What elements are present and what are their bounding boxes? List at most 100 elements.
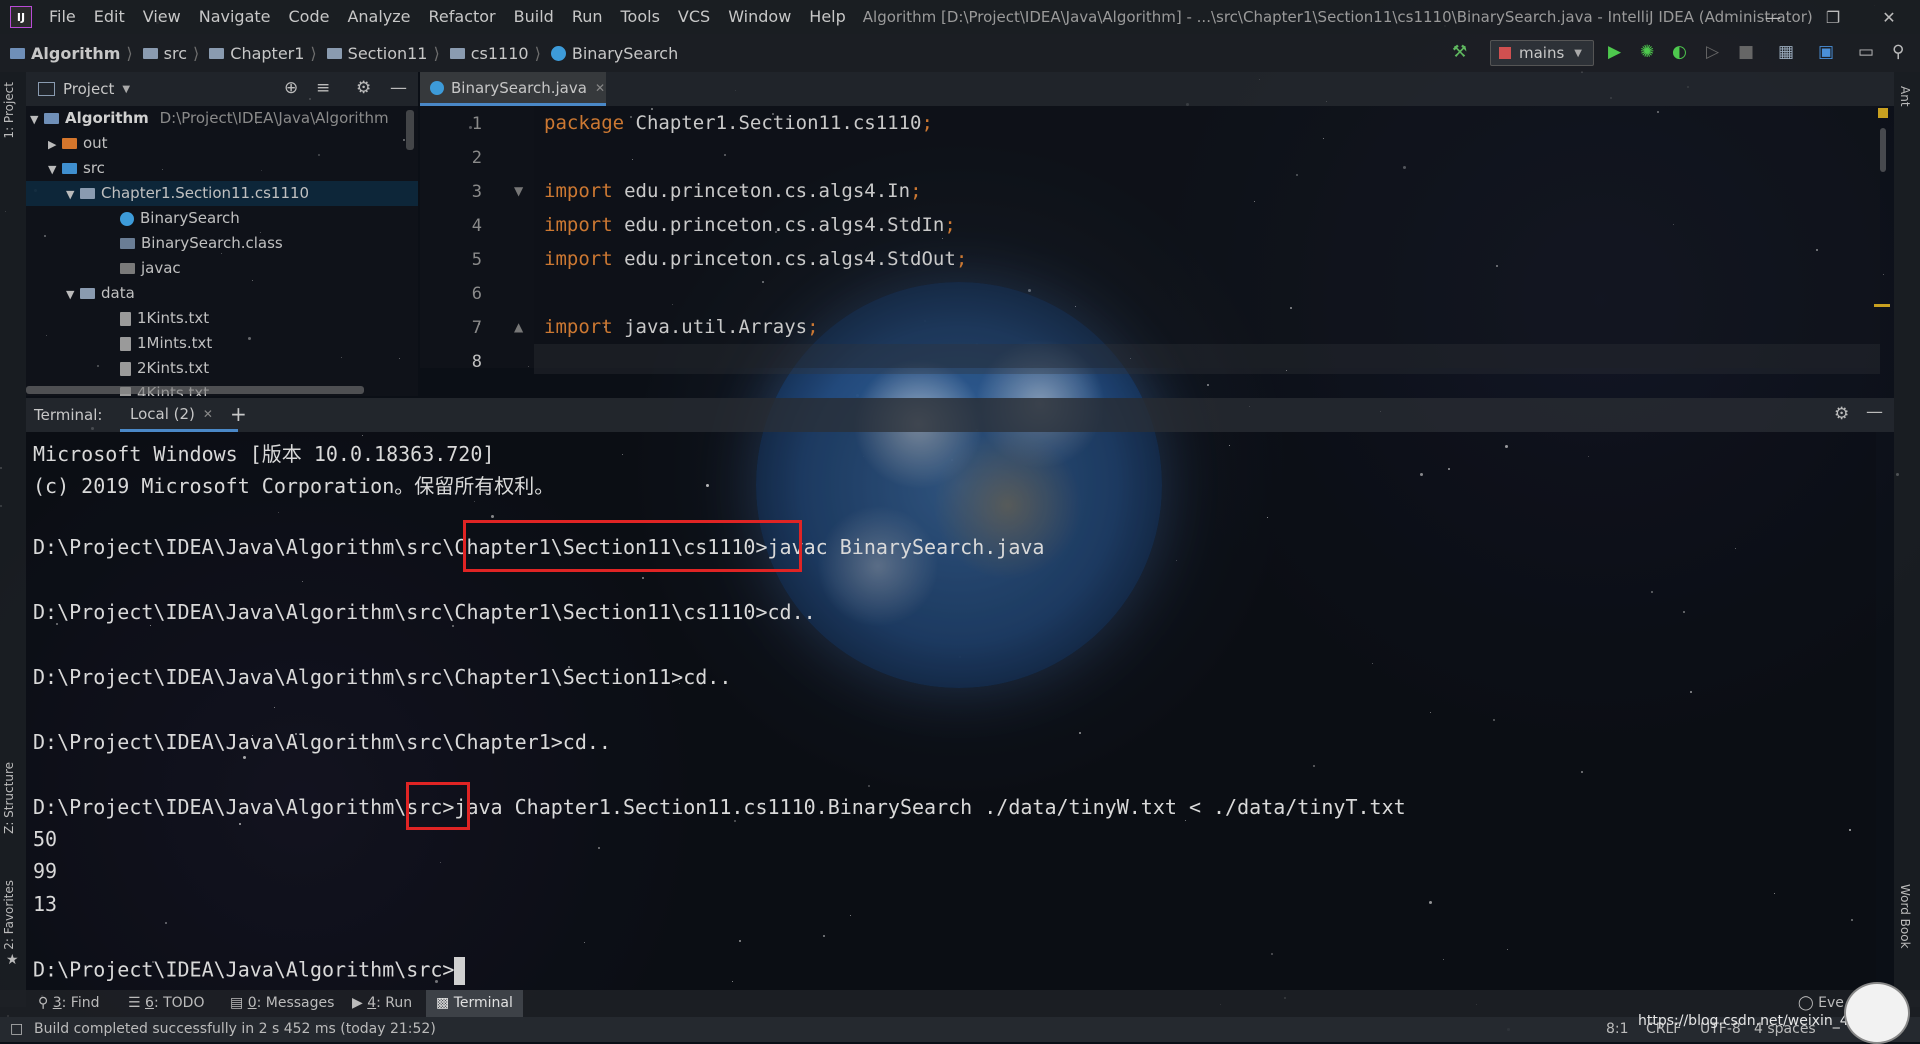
warning-stripe[interactable]: [1874, 304, 1890, 307]
breadcrumb-item-chapter1[interactable]: Chapter1: [230, 44, 304, 63]
line-number: 5: [471, 250, 482, 270]
hide-panel-icon[interactable]: —: [1866, 402, 1883, 422]
tree-item-label: BinarySearch.class: [141, 234, 283, 252]
menu-analyze[interactable]: Analyze: [338, 0, 419, 34]
project-panel-title[interactable]: Project: [63, 80, 114, 98]
tool-window-terminal[interactable]: ▩ Terminal: [426, 990, 523, 1017]
expand-arrow-icon[interactable]: ▼: [66, 282, 80, 307]
tree-item-out[interactable]: ▶ out: [48, 131, 108, 156]
folder-icon: [209, 47, 225, 59]
menu-file[interactable]: File: [40, 0, 85, 34]
inspection-warning-icon[interactable]: [1878, 108, 1888, 118]
folder-icon: [62, 138, 77, 149]
tree-item-algorithm[interactable]: ▼ Algorithm D:\Project\IDEA\Java\Algorith…: [30, 106, 389, 131]
expand-arrow-icon[interactable]: ▼: [30, 107, 44, 132]
fold-icon[interactable]: ▲: [514, 320, 523, 334]
locate-icon[interactable]: ⊕: [284, 78, 298, 98]
terminal-tab-local[interactable]: Local (2) ✕: [120, 398, 238, 432]
tree-item-1kints[interactable]: 1Kints.txt: [120, 306, 209, 331]
text-file-icon: [120, 336, 131, 351]
new-terminal-plus-icon[interactable]: +: [230, 402, 247, 426]
tool-window-find[interactable]: ⚲ 3: Find: [38, 990, 100, 1017]
stop-icon[interactable]: ■: [1738, 42, 1754, 62]
module-icon: [44, 113, 59, 124]
tree-item-javac[interactable]: javac: [120, 256, 181, 281]
run-config-label: mains: [1519, 44, 1565, 62]
breadcrumb: Algorithm ⟩ src ⟩ Chapter1 ⟩ Section11 ⟩ cs1…: [0, 44, 678, 63]
status-bar: □ Build completed successfully in 2 s 45…: [0, 1013, 1920, 1042]
chevron-down-icon[interactable]: ▼: [122, 84, 130, 95]
menu-navigate[interactable]: Navigate: [190, 0, 280, 34]
caret-position[interactable]: 8:1: [1606, 1017, 1629, 1042]
code-editor[interactable]: package Chapter1.Section11.cs1110; impor…: [534, 106, 1890, 374]
close-tab-icon[interactable]: ✕: [203, 407, 213, 421]
gear-icon[interactable]: ⚙: [1834, 404, 1849, 424]
search-icon[interactable]: ⚲: [1892, 42, 1904, 62]
fold-icon[interactable]: ▼: [514, 184, 523, 198]
horizontal-scrollbar[interactable]: [26, 386, 364, 394]
coverage-icon[interactable]: ◐: [1672, 42, 1687, 62]
presentation-icon[interactable]: ▭: [1858, 42, 1874, 62]
tab-ant[interactable]: Ant: [1898, 86, 1912, 107]
menu-vcs[interactable]: VCS: [669, 0, 719, 34]
collapse-all-icon[interactable]: ≡: [316, 78, 330, 98]
tab-word-book[interactable]: Word Book: [1898, 884, 1912, 949]
minimize-icon[interactable]: —: [1750, 0, 1796, 34]
profile-icon[interactable]: ▷: [1706, 42, 1719, 62]
editor-scrollbar[interactable]: [1880, 128, 1886, 172]
menu-window[interactable]: Window: [719, 0, 800, 34]
tree-item-1mints[interactable]: 1Mints.txt: [120, 331, 212, 356]
terminal-output[interactable]: Microsoft Windows [版本 10.0.18363.720] (c…: [26, 432, 1876, 990]
run-config-selector[interactable]: mains ▼: [1490, 40, 1594, 66]
menu-code[interactable]: Code: [280, 0, 339, 34]
close-icon[interactable]: ✕: [1866, 0, 1912, 34]
tree-item-package[interactable]: ▼ Chapter1.Section11.cs1110: [26, 181, 418, 206]
translate-icon[interactable]: ▣: [1818, 42, 1834, 62]
status-toggle-icon[interactable]: □: [10, 1017, 23, 1042]
expand-arrow-icon[interactable]: ▼: [48, 157, 62, 182]
project-structure-icon[interactable]: ▦: [1778, 42, 1794, 62]
build-hammer-icon[interactable]: ⚒: [1452, 42, 1467, 62]
breadcrumb-item-cs1110[interactable]: cs1110: [471, 44, 529, 63]
menu-tools[interactable]: Tools: [612, 0, 669, 34]
navigation-bar: Algorithm ⟩ src ⟩ Chapter1 ⟩ Section11 ⟩ cs1…: [0, 34, 1920, 72]
menu-help[interactable]: Help: [800, 0, 854, 34]
close-tab-icon[interactable]: ✕: [595, 81, 605, 95]
terminal-line: D:\Project\IDEA\Java\Algorithm\src\Chapt…: [33, 665, 732, 689]
tab-binarysearch-java[interactable]: BinarySearch.java ✕: [420, 72, 606, 106]
menu-view[interactable]: View: [134, 0, 190, 34]
gear-icon[interactable]: ⚙: [356, 78, 371, 98]
breadcrumb-item-algorithm[interactable]: Algorithm: [31, 44, 120, 63]
vertical-scrollbar[interactable]: [406, 110, 414, 150]
tool-window-messages[interactable]: ▤ 0: Messages: [230, 990, 334, 1017]
run-icon[interactable]: ▶: [1608, 42, 1621, 62]
menu-run[interactable]: Run: [563, 0, 612, 34]
tool-window-run[interactable]: ▶ 4: Run: [352, 990, 412, 1017]
tab-structure[interactable]: Z: Structure: [2, 762, 16, 834]
expand-arrow-icon[interactable]: ▼: [66, 182, 80, 207]
menu-refactor[interactable]: Refactor: [420, 0, 505, 34]
tool-window-todo[interactable]: ☰ 6: TODO: [128, 990, 204, 1017]
status-message[interactable]: Build completed successfully in 2 s 452 …: [34, 1017, 436, 1042]
tree-item-data[interactable]: ▼ data: [66, 281, 135, 306]
tree-item-binarysearch[interactable]: BinarySearch: [120, 206, 240, 231]
tree-item-2kints[interactable]: 2Kints.txt: [120, 356, 209, 381]
hide-panel-icon[interactable]: —: [390, 78, 407, 98]
terminal-line: (c) 2019 Microsoft Corporation。保留所有权利。: [33, 474, 555, 498]
menu-edit[interactable]: Edit: [85, 0, 134, 34]
menu-bar: IJ File Edit View Navigate Code Analyze …: [0, 0, 1920, 34]
collapsed-arrow-icon[interactable]: ▶: [48, 132, 62, 157]
source-folder-icon: [62, 163, 77, 174]
breadcrumb-item-binarysearch[interactable]: BinarySearch: [572, 44, 678, 63]
terminal-icon: ▩: [436, 995, 454, 1011]
chevron-down-icon: ▼: [1574, 47, 1582, 59]
menu-build[interactable]: Build: [505, 0, 563, 34]
debug-icon[interactable]: ✺: [1640, 42, 1654, 62]
restore-icon[interactable]: ❐: [1810, 0, 1856, 34]
tree-item-src[interactable]: ▼ src: [48, 156, 105, 181]
breadcrumb-item-section11[interactable]: Section11: [348, 44, 428, 63]
tree-item-binarysearch-class[interactable]: BinarySearch.class: [120, 231, 283, 256]
tab-favorites[interactable]: 2: Favorites: [2, 880, 16, 950]
tab-project[interactable]: 1: Project: [2, 82, 16, 139]
breadcrumb-item-src[interactable]: src: [164, 44, 187, 63]
